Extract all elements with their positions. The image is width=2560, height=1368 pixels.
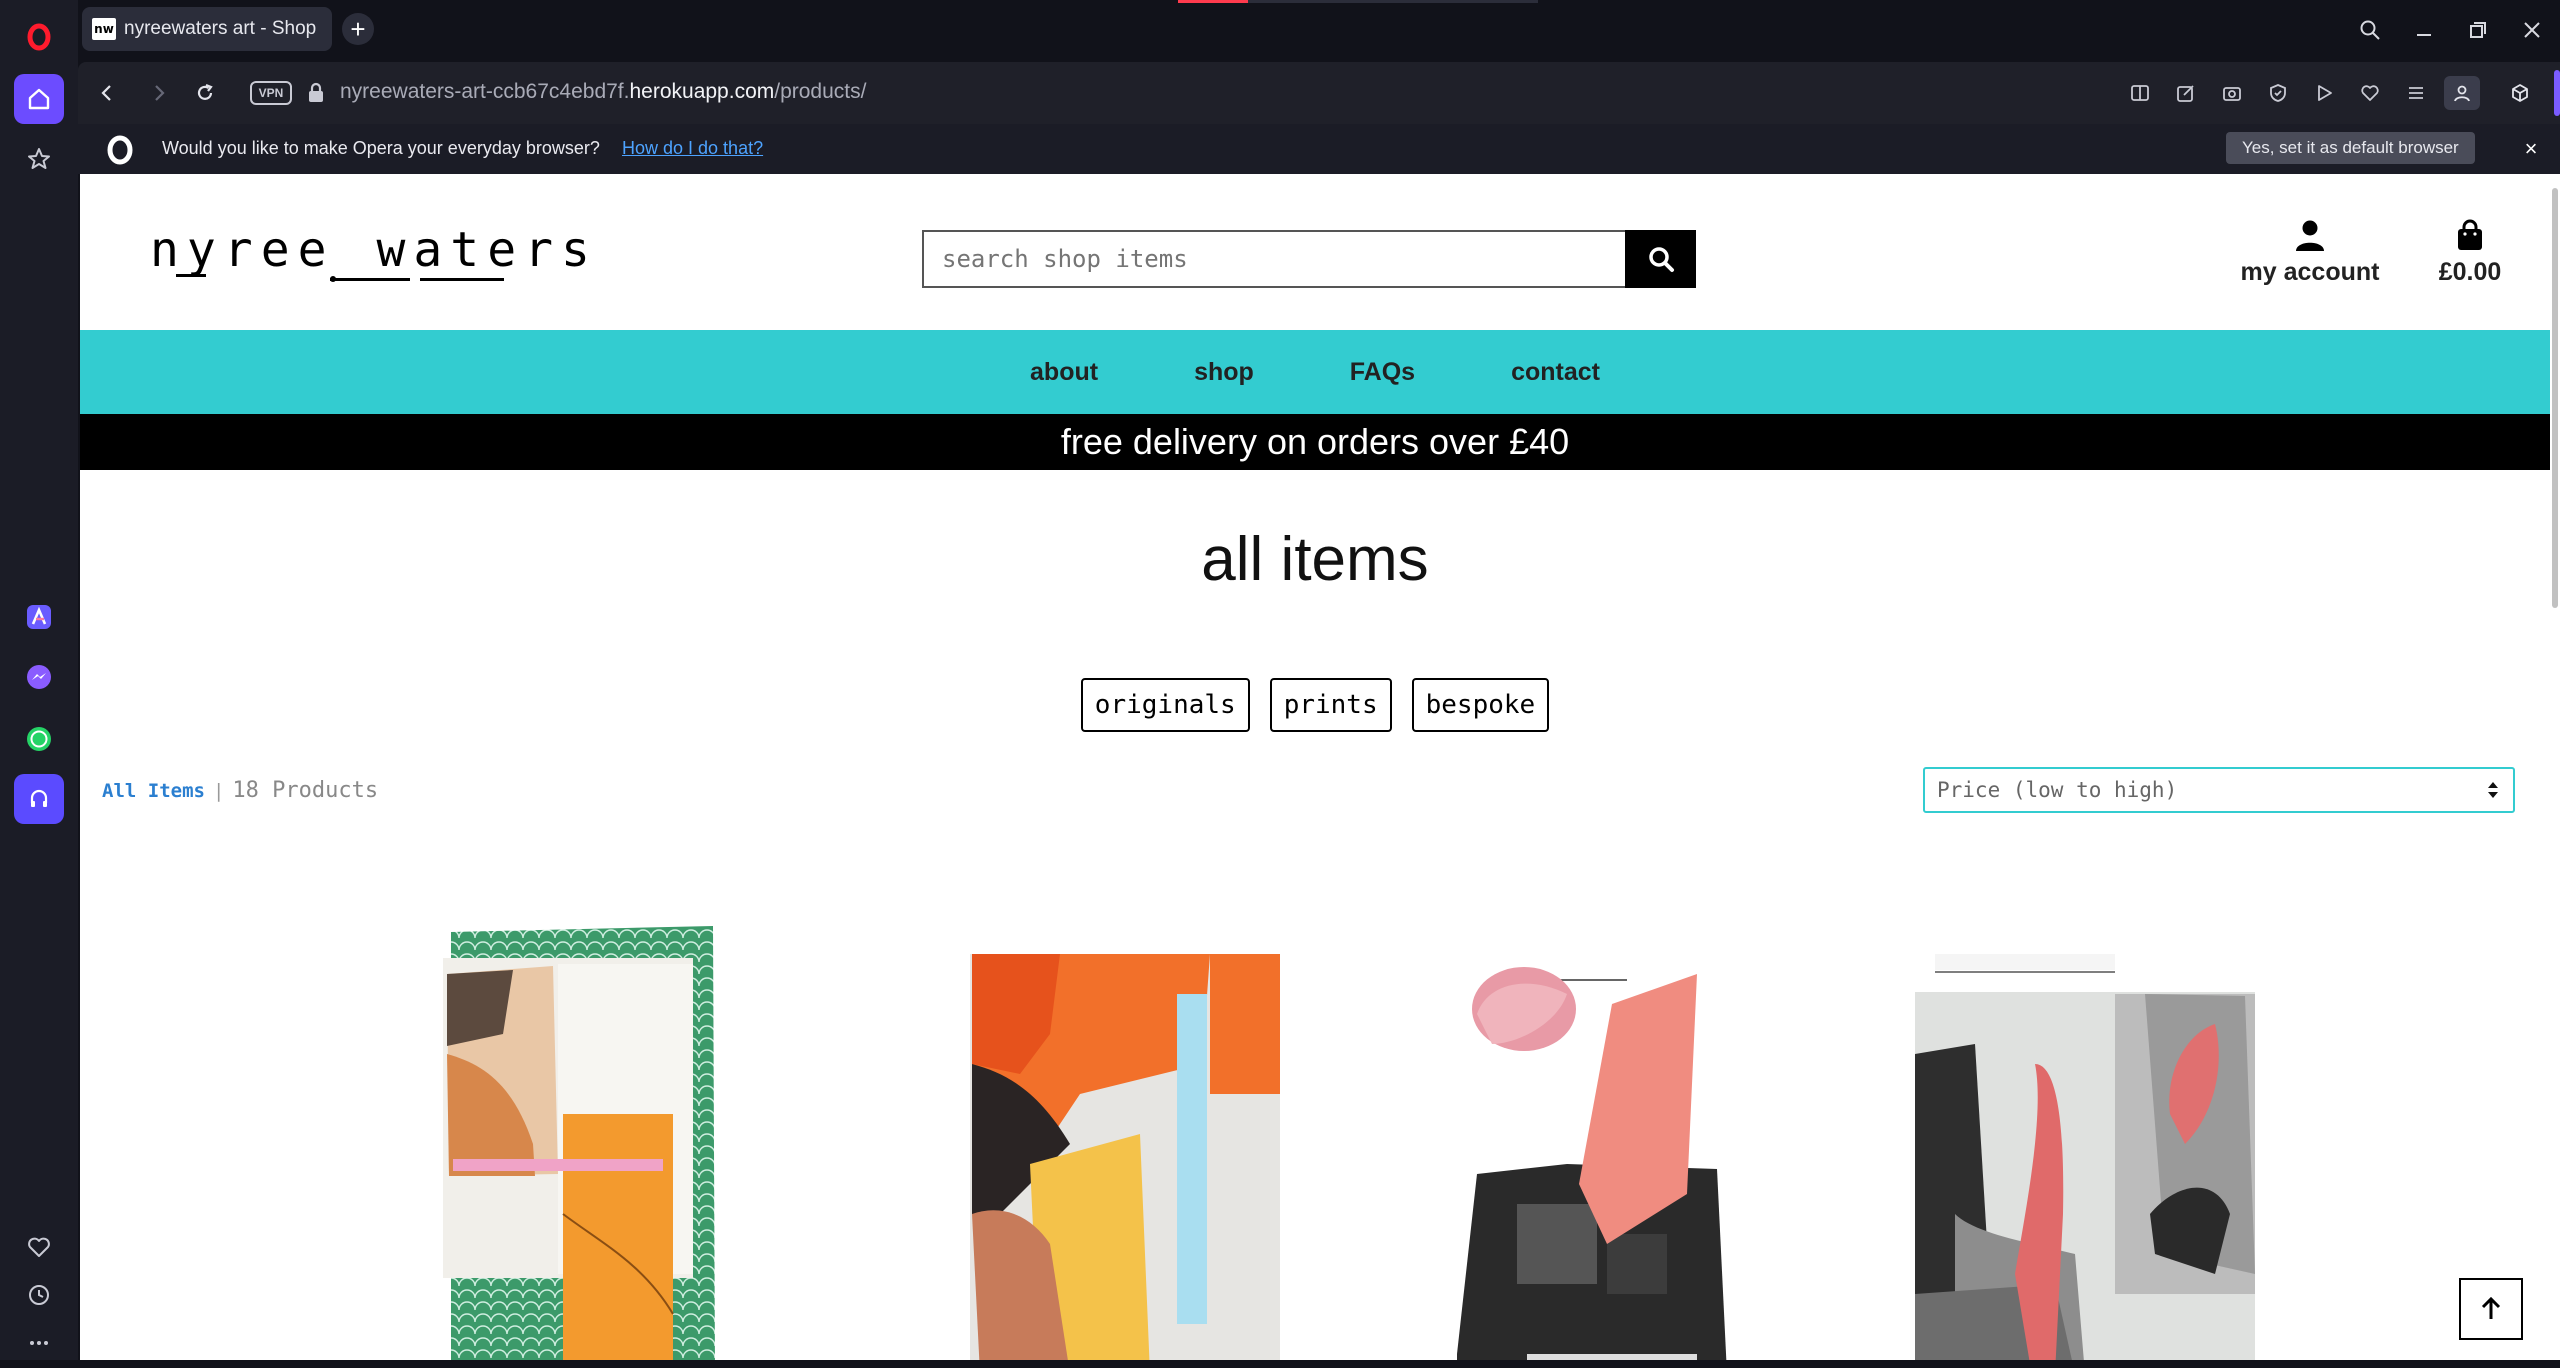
product-card[interactable]: [880, 914, 1294, 1360]
heart-icon[interactable]: [2352, 76, 2388, 110]
edit-icon[interactable]: [2168, 76, 2204, 110]
messenger-icon[interactable]: [14, 652, 64, 702]
nav-faqs[interactable]: FAQs: [1350, 358, 1415, 387]
my-account-link[interactable]: my account: [2210, 218, 2410, 287]
home-icon[interactable]: [14, 74, 64, 124]
product-count: All Items | 18 Products: [102, 778, 378, 803]
url-field[interactable]: nyreewaters-art-ccb67c4ebd7f.herokuapp.c…: [340, 80, 866, 104]
reload-icon[interactable]: [188, 76, 222, 110]
close-prompt-icon[interactable]: ×: [2518, 136, 2544, 162]
opera-logo-icon[interactable]: [14, 12, 64, 62]
product-card[interactable]: [1915, 914, 2315, 1360]
product-card[interactable]: [363, 914, 763, 1360]
tab-title: nyreewaters art - Shop: [124, 18, 317, 39]
sort-select[interactable]: Price (low to high): [1923, 767, 2515, 813]
history-icon[interactable]: [14, 1270, 64, 1320]
set-default-button[interactable]: Yes, set it as default browser: [2226, 132, 2475, 164]
tab-favicon: nw: [92, 18, 116, 40]
cube-icon[interactable]: [2502, 76, 2538, 110]
sidebar-accent: [2554, 70, 2560, 116]
page-title: all items: [1201, 525, 1429, 594]
bag-total: £0.00: [2438, 258, 2502, 286]
logo-underline: [176, 274, 206, 277]
product-image: [1457, 964, 1727, 1360]
back-to-top-button[interactable]: [2459, 1278, 2523, 1340]
tab-strip: nw nyreewaters art - Shop +: [78, 0, 2560, 62]
filter-bespoke[interactable]: bespoke: [1411, 678, 1550, 732]
star-icon[interactable]: [14, 134, 64, 184]
opera-sidebar: [0, 0, 78, 1360]
minimize-icon[interactable]: [2408, 14, 2440, 46]
page-scrollbar[interactable]: [2550, 174, 2560, 1360]
arrow-up-icon: [2481, 1296, 2501, 1319]
more-icon[interactable]: [14, 1318, 64, 1368]
default-prompt-text: Would you like to make Opera your everyd…: [162, 138, 600, 158]
my-account-label: my account: [2240, 258, 2380, 286]
easy-setup-icon[interactable]: [2398, 76, 2434, 110]
loading-bar: [1178, 0, 1538, 3]
all-items-link[interactable]: All Items: [102, 780, 205, 802]
new-tab-button[interactable]: +: [342, 13, 374, 45]
web-page: nyree waters my account £0.00 about shop …: [80, 174, 2550, 1360]
opera-o-icon: [107, 135, 133, 165]
search-tabs-icon[interactable]: [2354, 14, 2386, 46]
category-filters: originals prints bespoke: [80, 678, 2550, 732]
logo-dot: [330, 276, 336, 282]
main-navigation: about shop FAQs contact: [80, 330, 2550, 414]
site-logo[interactable]: nyree waters: [150, 222, 598, 278]
product-count-text: 18 Products: [232, 778, 379, 803]
search-icon: [1648, 247, 1674, 272]
lock-icon[interactable]: [304, 80, 328, 106]
count-separator: |: [212, 780, 225, 802]
search-input[interactable]: [922, 230, 1625, 288]
shopping-bag-link[interactable]: £0.00: [2410, 218, 2530, 287]
back-icon[interactable]: [90, 76, 124, 110]
product-image: [970, 954, 1294, 1360]
vpn-badge[interactable]: VPN: [250, 81, 292, 105]
nav-shop[interactable]: shop: [1194, 358, 1254, 387]
product-image: [1915, 954, 2255, 1360]
profile-icon[interactable]: [2444, 76, 2480, 110]
select-arrows-icon: [2488, 782, 2498, 798]
nav-about[interactable]: about: [1030, 358, 1098, 387]
how-to-link[interactable]: How do I do that?: [622, 138, 763, 159]
product-card[interactable]: [1397, 914, 1797, 1360]
search-form: [922, 230, 1696, 288]
nav-contact[interactable]: contact: [1511, 358, 1600, 387]
music-player-icon[interactable]: [14, 774, 64, 824]
play-icon[interactable]: [2306, 76, 2342, 110]
camera-icon[interactable]: [2214, 76, 2250, 110]
user-icon: [2296, 220, 2324, 251]
forward-icon[interactable]: [142, 76, 176, 110]
reader-icon[interactable]: [2122, 76, 2158, 110]
delivery-banner: free delivery on orders over £40: [80, 414, 2550, 470]
logo-underline: [420, 278, 504, 281]
address-bar: VPN nyreewaters-art-ccb67c4ebd7f.herokua…: [78, 62, 2560, 124]
whatsapp-icon[interactable]: [14, 714, 64, 764]
restore-icon[interactable]: [2462, 14, 2494, 46]
heart-icon[interactable]: [14, 1222, 64, 1272]
close-window-icon[interactable]: [2516, 14, 2548, 46]
logo-word-2: waters: [376, 222, 598, 278]
shopping-bag-icon: [2458, 219, 2482, 250]
aria-icon[interactable]: [14, 592, 64, 642]
search-button[interactable]: [1625, 230, 1696, 288]
filter-prints[interactable]: prints: [1269, 678, 1392, 732]
logo-word-1: nyree: [150, 222, 335, 278]
browser-tab[interactable]: nw nyreewaters art - Shop: [82, 7, 332, 51]
logo-underline: [330, 278, 410, 281]
shield-icon[interactable]: [2260, 76, 2296, 110]
product-image: [443, 926, 715, 1360]
filter-originals[interactable]: originals: [1080, 678, 1250, 732]
sort-selected-value: Price (low to high): [1937, 778, 2178, 802]
default-browser-bar: Would you like to make Opera your everyd…: [78, 124, 2560, 174]
